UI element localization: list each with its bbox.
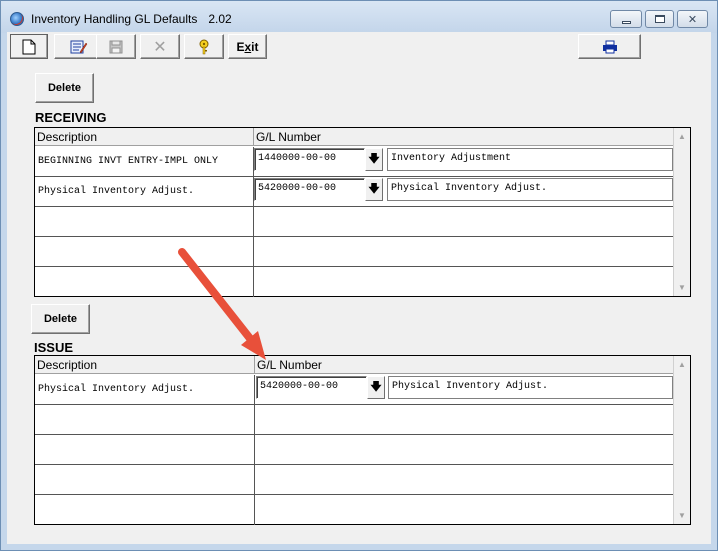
cancel-x-icon: ✕ [153,38,167,56]
issue-row-empty[interactable] [35,495,673,525]
receiving-grid-header: Description G/L Number [35,128,673,146]
app-logo-icon [10,12,24,26]
help-key-icon [199,39,209,54]
row-description[interactable]: Physical Inventory Adjust. [35,177,254,207]
receiving-row[interactable]: BEGINNING INVT ENTRY-IMPL ONLY 1440000-0… [35,147,673,177]
arrow-down-icon: 🡇 [370,382,382,394]
issue-scrollbar[interactable]: ▲ ▼ [673,356,690,524]
gl-lookup-button[interactable]: 🡇 [365,178,383,201]
receiving-section-title: RECEIVING [35,110,107,125]
issue-row-empty[interactable] [35,465,673,495]
save-icon [109,40,123,53]
exit-button[interactable]: Exit [228,34,267,59]
title-label: Inventory Handling GL Defaults [31,12,198,26]
receiving-row[interactable]: Physical Inventory Adjust. 5420000-00-00… [35,177,673,207]
gl-number-field[interactable]: 1440000-00-00 [254,148,365,171]
exit-label-suffix: it [251,39,259,54]
receiving-scrollbar[interactable]: ▲ ▼ [673,128,690,296]
receiving-delete-label: Delete [47,82,82,94]
row-gl-cell: 5420000-00-00 🡇 Physical Inventory Adjus… [255,375,673,405]
row-description-empty[interactable] [35,435,255,465]
row-description-empty[interactable] [35,405,255,435]
new-document-icon [22,39,36,54]
minimize-button[interactable] [610,10,642,28]
issue-row-empty[interactable] [35,405,673,435]
edit-icon [70,40,88,53]
gl-description-field: Physical Inventory Adjust. [387,178,673,201]
new-button[interactable] [10,34,48,59]
window-title: Inventory Handling GL Defaults 2.02 [31,12,232,26]
maximize-button[interactable] [645,10,674,28]
gl-number-field[interactable]: 5420000-00-00 [256,376,367,399]
receiving-col-description[interactable]: Description [35,128,254,146]
row-description-empty[interactable] [35,267,254,297]
gl-number-field[interactable]: 5420000-00-00 [254,178,365,201]
row-description[interactable]: BEGINNING INVT ENTRY-IMPL ONLY [35,147,254,177]
gl-description-field: Physical Inventory Adjust. [388,376,673,399]
scroll-up-icon[interactable]: ▲ [674,128,690,145]
arrow-down-icon: 🡇 [368,184,380,196]
receiving-grid: Description G/L Number BEGINNING INVT EN… [34,127,691,297]
row-description-empty[interactable] [35,207,254,237]
version-label: 2.02 [208,12,232,26]
exit-label: Exit [236,40,258,54]
row-description-empty[interactable] [35,495,255,525]
row-gl-cell: 5420000-00-00 🡇 Physical Inventory Adjus… [254,177,673,207]
scroll-down-icon[interactable]: ▼ [674,279,690,296]
receiving-row-empty[interactable] [35,267,673,297]
row-description[interactable]: Physical Inventory Adjust. [35,375,255,405]
maximize-icon [654,15,665,23]
issue-section-title: ISSUE [34,340,74,355]
issue-grid-header: Description G/L Number [35,356,673,374]
row-description-empty[interactable] [35,465,255,495]
help-button[interactable] [184,34,224,59]
issue-row-empty[interactable] [35,435,673,465]
issue-delete-label: Delete [43,313,78,325]
receiving-row-empty[interactable] [35,207,673,237]
close-icon: ✕ [687,13,698,26]
close-button[interactable]: ✕ [677,10,708,28]
row-gl-cell: 1440000-00-00 🡇 Inventory Adjustment [254,147,673,177]
save-button[interactable] [96,34,136,59]
scroll-up-icon[interactable]: ▲ [674,356,690,373]
minimize-icon [621,20,631,24]
scroll-down-icon[interactable]: ▼ [674,507,690,524]
issue-delete-button[interactable]: Delete [31,304,90,334]
receiving-row-empty[interactable] [35,237,673,267]
gl-lookup-button[interactable]: 🡇 [367,376,385,399]
gl-description-field: Inventory Adjustment [387,148,673,171]
issue-col-gl-number[interactable]: G/L Number [255,356,673,374]
issue-grid: Description G/L Number Physical Inventor… [34,355,691,525]
receiving-delete-button[interactable]: Delete [35,73,94,103]
gl-lookup-button[interactable]: 🡇 [365,148,383,171]
print-button[interactable] [578,34,641,59]
row-description-empty[interactable] [35,237,254,267]
issue-row[interactable]: Physical Inventory Adjust. 5420000-00-00… [35,375,673,405]
cancel-button[interactable]: ✕ [140,34,180,59]
printer-icon [602,40,617,53]
issue-col-description[interactable]: Description [35,356,255,374]
arrow-down-icon: 🡇 [368,154,380,166]
title-bar: Inventory Handling GL Defaults 2.02 ✕ [1,1,717,33]
receiving-col-gl-number[interactable]: G/L Number [254,128,673,146]
